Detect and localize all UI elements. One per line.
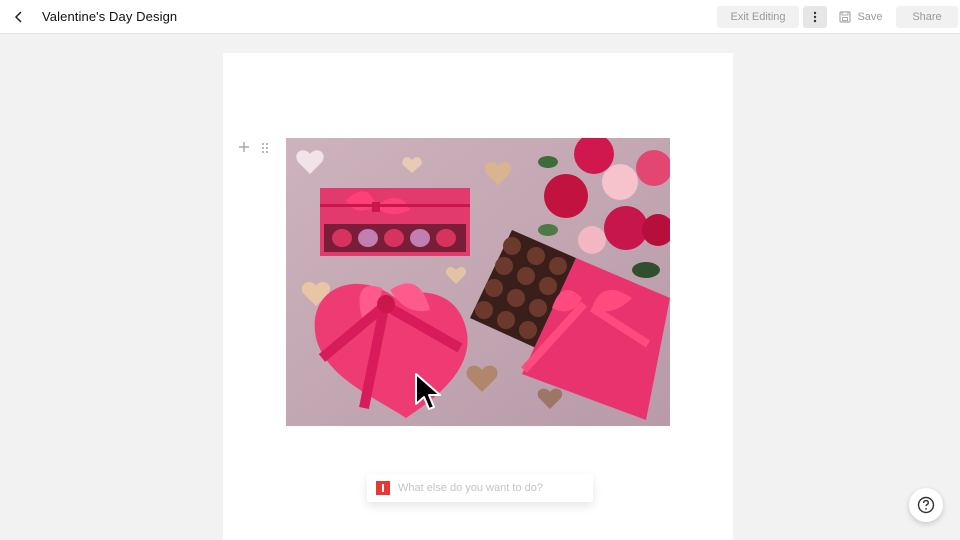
exit-editing-button[interactable]: Exit Editing — [717, 6, 799, 28]
drag-handle-icon[interactable] — [260, 142, 270, 154]
share-button[interactable]: Share — [896, 6, 958, 28]
prompt-input[interactable] — [398, 482, 588, 494]
save-icon — [839, 11, 852, 23]
back-arrow-icon — [14, 11, 22, 23]
document-title: Valentine's Day Design — [42, 9, 178, 24]
chocolate-boxes-illustration — [286, 138, 670, 426]
long-chocolate-box — [320, 188, 470, 256]
back-button[interactable] — [8, 6, 30, 28]
ai-prompt-box — [367, 474, 593, 502]
valentine-image[interactable] — [286, 138, 670, 426]
more-vertical-icon — [813, 11, 817, 23]
top-bar: Valentine's Day Design Exit Editing Save… — [0, 0, 960, 34]
help-icon — [917, 496, 935, 514]
exit-editing-label: Exit Editing — [730, 11, 786, 23]
plus-icon[interactable] — [238, 141, 250, 153]
assistant-logo-icon — [376, 481, 390, 495]
help-button[interactable] — [909, 488, 943, 522]
save-label: Save — [857, 11, 883, 23]
more-options-button[interactable] — [803, 6, 827, 28]
save-button[interactable]: Save — [831, 6, 891, 28]
cursor-icon — [415, 373, 441, 410]
share-label: Share — [912, 11, 942, 23]
